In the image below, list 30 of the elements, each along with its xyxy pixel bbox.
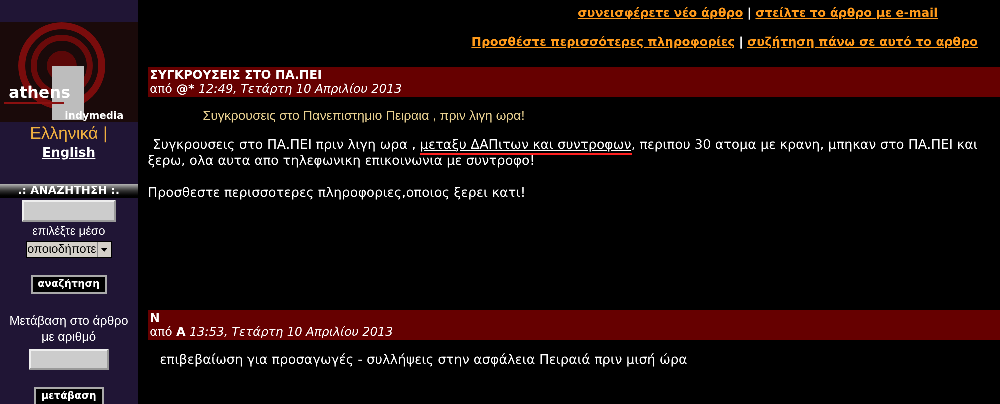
action-link[interactable]: συζήτηση πάνω σε αυτό το αρθρο [748,34,978,50]
byline-label: από [150,324,172,338]
caret-icon [101,248,108,252]
action-link[interactable]: Προσθέστε περισσότερες πληροφορίες [472,34,736,50]
goto-label: Μετάβαση στο άρθρο με αριθμό [8,313,130,345]
medium-select[interactable]: οποιοδήποτε [26,241,112,258]
search-button[interactable]: αναζήτηση [31,275,107,294]
section-heading: .: ΑΝΑΖΗΤΗΣΗ :. [0,184,138,198]
separator: | [103,124,108,144]
article-paragraph: επιβεβαίωση για προσαγωγές - συλλήψεις στην ασφάλεια Πειραιά πριν μισή ώρα [160,352,688,368]
action-link[interactable]: συνεισφέρετε νέο άρθρο [578,5,744,21]
article-paragraph: Συγκρουσεις στο ΠΑ.ΠΕΙ πριν λιγη ωρα , μεταξυ ΔΑΠιτων και συντροφων, περιπου 30 ατομα με κρανη, μπηκαν στο ΠΑ.ΠΕΙ και ξερω, ολα αυτα απο τηλεφωνικη επικοινωνια με συντροφο! [148,138,979,170]
author-name: @* [176,82,195,96]
medium-label: επιλέξτε μέσο [32,223,106,239]
separator: | [747,5,752,21]
goto-button[interactable]: μετάβαση [34,387,104,404]
language-link[interactable]: Ελληνικά [30,124,98,144]
article-summary: Συγκρουσεις στο Πανεπιστημιο Πειραια , πριν λιγη ωρα! [203,107,526,125]
search-field[interactable] [22,200,116,222]
author-name: Α [176,324,186,338]
timestamp: 13:53, Τετάρτη 10 Απριλίου 2013 [190,324,394,338]
byline-label: από [150,82,172,96]
article-number-field[interactable] [29,349,109,370]
language-link[interactable]: English [42,144,96,164]
article-paragraph: Προσθεστε περισσοτερες πληροφοριες,οποιος ξερει κατι! [148,186,527,202]
separator: | [739,34,744,50]
article-title: Ν [150,310,162,324]
action-link[interactable]: στείλτε το άρθρο με e-mail [756,5,938,21]
article-title: ΣΥΓΚΡΟΥΣΕΙΣ ΣΤΟ ΠΑ.ΠΕΙ [150,68,324,82]
timestamp: 12:49, Τετάρτη 10 Απριλίου 2013 [198,82,402,96]
